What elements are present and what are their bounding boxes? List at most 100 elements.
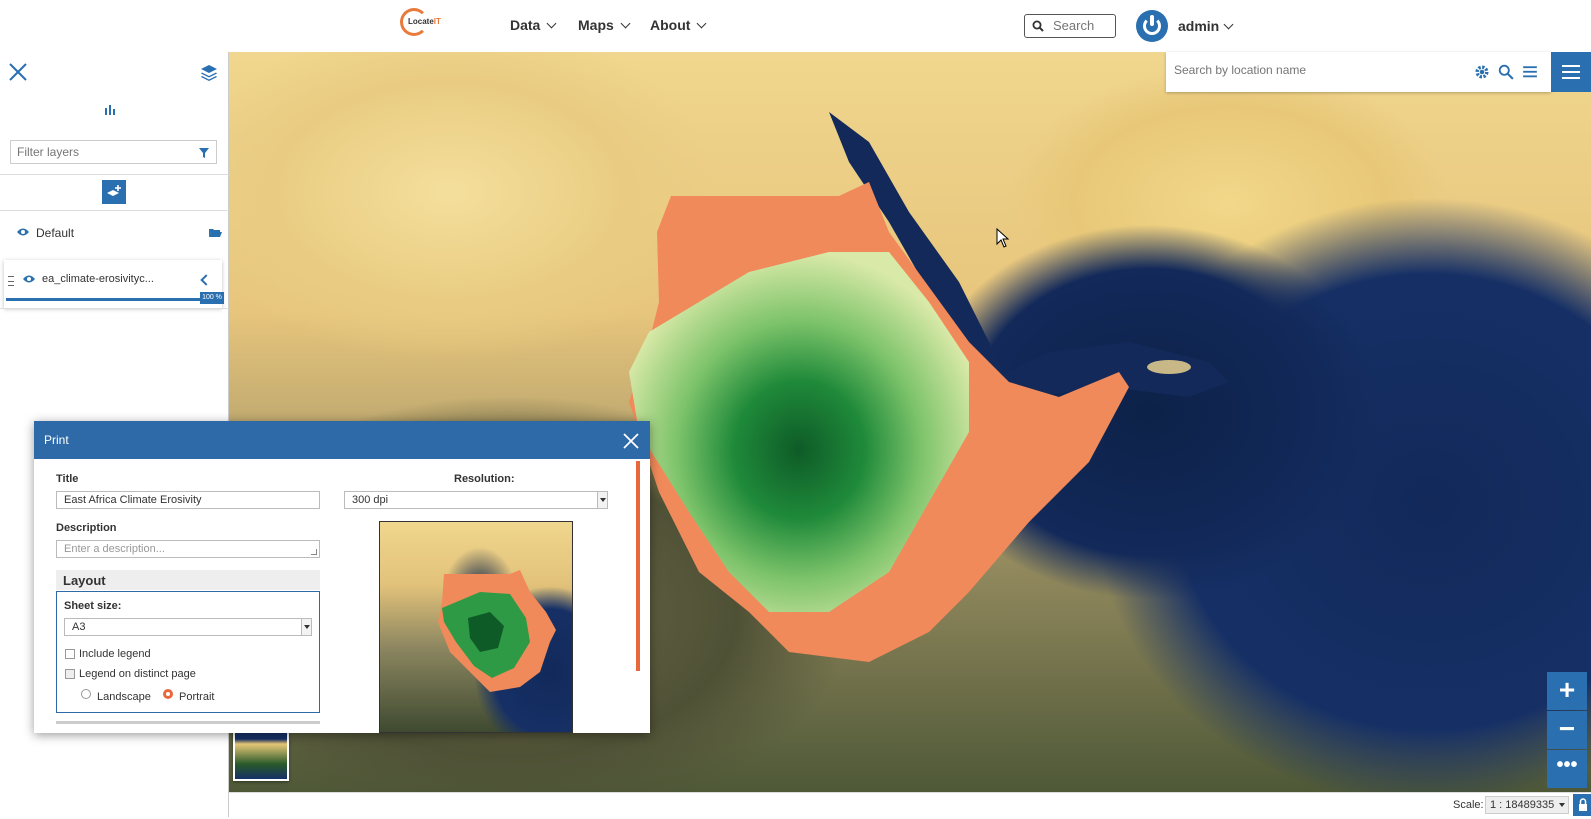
eye-icon[interactable] [16,227,30,237]
portrait-radio[interactable] [163,689,173,700]
title-input[interactable]: East Africa Climate Erosivity [56,491,320,509]
gear-icon[interactable] [1474,64,1490,80]
chevron-down-icon[interactable] [1223,19,1234,30]
background-selector[interactable] [233,727,289,781]
more-tools-button[interactable]: ••• [1547,750,1587,788]
eye-icon[interactable] [22,274,36,284]
island-shape [1147,360,1191,374]
landscape-radio[interactable] [81,689,91,700]
layer-name: ea_climate-erosivityc... [42,273,154,285]
landscape-option[interactable]: Landscape [81,689,151,703]
plus-icon: + [1558,674,1576,705]
mouse-cursor-icon [996,228,1010,248]
print-preview [379,521,573,733]
layer-node-erosivity[interactable]: ea_climate-erosivityc... 100 % [4,260,224,308]
opacity-slider[interactable] [6,298,200,301]
search-icon[interactable] [1498,64,1514,80]
add-layer-icon [107,185,121,196]
sheet-size-value: A3 [72,621,86,633]
include-legend-row[interactable]: Include legend [65,648,151,660]
print-dialog: Print Title East Africa Climate Erosivit… [34,421,650,733]
logo-accent: IT [433,17,441,26]
user-name[interactable]: admin [1178,18,1219,34]
brand-logo[interactable]: LocateIT [400,8,446,38]
filter-icon[interactable] [198,147,210,159]
nav-about-label: About [650,17,691,33]
chevron-down-icon [597,492,607,508]
portrait-label: Portrait [179,691,215,703]
ellipsis-icon: ••• [1556,754,1578,776]
chevron-down-icon [696,18,707,29]
dialog-header[interactable]: Print [34,421,650,459]
nav-about[interactable]: About [650,17,707,33]
minus-icon: − [1558,713,1576,744]
layout-panel: Sheet size: A3 Include legend Legend on … [56,591,320,713]
scale-select[interactable]: 1 : 18489335 [1485,796,1569,814]
layer-group-default[interactable]: Default [0,218,229,248]
legend-distinct-row[interactable]: Legend on distinct page [65,668,196,680]
folder-open-icon[interactable] [208,227,222,238]
search-icon [1032,20,1044,32]
divider [0,174,229,175]
lock-icon [1579,798,1587,811]
landscape-label: Landscape [97,691,151,703]
divider [0,210,229,211]
user-avatar[interactable] [1136,10,1168,42]
dialog-title: Print [44,433,69,447]
next-section-divider [56,721,320,733]
scale-value: 1 : 18489335 [1490,799,1555,811]
header-search[interactable] [1024,14,1116,38]
layout-header-label: Layout [63,573,106,588]
layout-section-header[interactable]: Layout [56,570,320,590]
resolution-label: Resolution: [454,473,515,485]
include-legend-label: Include legend [79,648,151,660]
dialog-scrollbar[interactable] [636,461,640,671]
drag-handle-icon[interactable] [8,276,14,286]
legend-distinct-label: Legend on distinct page [79,668,196,680]
nav-maps[interactable]: Maps [578,17,631,33]
lock-button[interactable] [1573,794,1591,816]
nav-data[interactable]: Data [510,17,557,33]
layer-group-label: Default [36,226,75,240]
zoom-out-button[interactable]: − [1547,711,1587,749]
nav-maps-label: Maps [578,17,614,33]
add-layer-button[interactable] [102,180,126,204]
description-placeholder: Enter a description... [64,543,165,555]
scale-label: Scale: [1453,799,1484,811]
description-label: Description [56,522,117,534]
include-legend-checkbox[interactable] [65,649,75,660]
chevron-left-icon[interactable] [200,274,212,286]
portrait-option[interactable]: Portrait [163,689,215,703]
chevron-down-icon [546,18,557,29]
sheet-size-label: Sheet size: [64,600,122,612]
opacity-value: 100 % [200,292,224,304]
chart-bars-icon[interactable] [104,104,116,116]
chevron-down-icon [1559,803,1565,807]
map-footer: Scale: 1 : 18489335 [229,792,1591,817]
nav-data-label: Data [510,17,541,33]
filter-layers-field [10,140,217,164]
resize-grip-icon[interactable] [311,549,317,555]
resolution-select[interactable]: 300 dpi [344,491,608,509]
resolution-value: 300 dpi [352,494,389,506]
description-textarea[interactable]: Enter a description... [56,540,320,558]
burger-menu-button[interactable] [1551,52,1591,92]
legend-distinct-checkbox[interactable] [65,669,75,680]
location-search-input[interactable] [1174,63,1474,77]
menu-lines-icon[interactable] [1522,64,1538,80]
divider [0,308,229,309]
title-label: Title [56,473,79,485]
chevron-down-icon [301,619,311,635]
close-icon[interactable] [8,62,28,82]
logo-text: Locate [408,17,434,26]
top-navbar: LocateIT Data Maps About admin [0,0,1591,52]
location-search-bar [1166,52,1551,92]
preview-map-image [438,570,556,692]
header-search-input[interactable] [1053,18,1113,33]
close-icon[interactable] [622,432,640,450]
layers-icon[interactable] [200,64,218,82]
sheet-size-select[interactable]: A3 [64,618,312,636]
chevron-down-icon [620,18,631,29]
zoom-in-button[interactable]: + [1547,672,1587,710]
filter-layers-input[interactable] [17,145,187,159]
